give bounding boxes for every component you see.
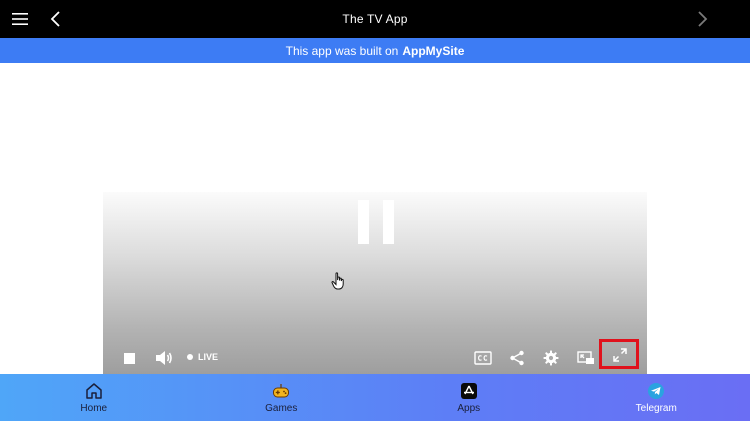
nav-item-telegram[interactable]: Telegram: [563, 374, 750, 421]
nav-label-home: Home: [80, 402, 108, 414]
volume-icon[interactable]: [155, 350, 173, 366]
player-controls: LIVE: [103, 339, 647, 374]
banner-text: This app was built on: [285, 43, 399, 58]
share-icon[interactable]: [509, 350, 525, 366]
video-player[interactable]: LIVE: [103, 192, 647, 374]
app-root: The TV App This app was built on AppMySi…: [0, 0, 750, 421]
forward-arrow-icon[interactable]: [694, 10, 710, 28]
picture-in-picture-icon[interactable]: [577, 350, 595, 366]
settings-gear-icon[interactable]: [543, 350, 559, 366]
nav-label-games: Games: [265, 402, 298, 414]
closed-captions-icon[interactable]: [474, 350, 492, 366]
live-indicator: LIVE: [187, 352, 218, 362]
page-title: The TV App: [342, 12, 408, 26]
back-arrow-icon[interactable]: [48, 10, 64, 28]
top-bar: The TV App: [0, 0, 750, 38]
live-dot: [187, 354, 193, 360]
nav-item-home[interactable]: Home: [0, 374, 188, 421]
banner-brand: AppMySite: [402, 43, 465, 58]
fullscreen-icon: [613, 348, 627, 362]
nav-label-telegram: Telegram: [635, 402, 677, 414]
nav-item-apps[interactable]: Apps: [375, 374, 563, 421]
appmysite-banner[interactable]: This app was built on AppMySite: [0, 38, 750, 63]
pause-bar-right: [383, 200, 394, 244]
app-store-icon: [460, 382, 478, 400]
gamepad-icon: [272, 382, 290, 400]
bottom-navigation: Home Games Apps Telegram: [0, 374, 750, 421]
stop-button[interactable]: [124, 353, 135, 364]
nav-item-games[interactable]: Games: [188, 374, 376, 421]
menu-icon[interactable]: [12, 11, 28, 27]
nav-label-apps: Apps: [457, 402, 481, 414]
telegram-icon: [647, 382, 665, 400]
pause-button[interactable]: [358, 200, 394, 244]
live-label: LIVE: [198, 352, 219, 362]
pause-bar-left: [358, 200, 369, 244]
hand-cursor-icon: [331, 272, 345, 290]
home-icon: [85, 382, 103, 400]
fullscreen-button[interactable]: [599, 339, 639, 369]
